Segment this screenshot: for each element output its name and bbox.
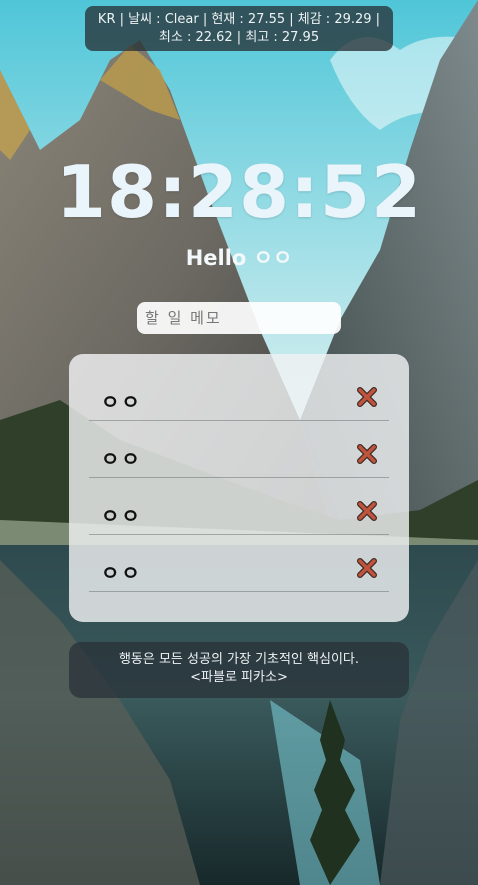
todo-item-text: ㅇㅇ	[101, 504, 142, 528]
todo-item-text: ㅇㅇ	[101, 390, 142, 414]
close-x-icon	[357, 501, 377, 521]
quote-box: 행동은 모든 성공의 가장 기초적인 핵심이다. <파블로 피카소>	[69, 642, 409, 698]
clock: 18:28:52	[55, 150, 423, 234]
close-x-icon	[357, 444, 377, 464]
todo-list: ㅇㅇ ㅇㅇ ㅇㅇ ㅇㅇ	[69, 354, 409, 622]
delete-todo-button[interactable]	[355, 499, 379, 523]
delete-todo-button[interactable]	[355, 385, 379, 409]
weather-line-1: KR | 날씨 : Clear | 현재 : 27.55 | 체감 : 29.2…	[97, 12, 381, 27]
weather-line-2: 최소 : 22.62 | 최고 : 27.95	[158, 30, 320, 45]
delete-todo-button[interactable]	[355, 556, 379, 580]
todo-item: ㅇㅇ	[89, 492, 389, 535]
delete-todo-button[interactable]	[355, 442, 379, 466]
todo-item: ㅇㅇ	[89, 378, 389, 421]
close-x-icon	[357, 558, 377, 578]
quote-author: <파블로 피카소>	[190, 670, 288, 685]
close-x-icon	[357, 387, 377, 407]
todo-item: ㅇㅇ	[89, 435, 389, 478]
greeting: Hello ㅇㅇ	[185, 246, 293, 270]
quote-text: 행동은 모든 성공의 가장 기초적인 핵심이다.	[118, 652, 360, 667]
weather-info: KR | 날씨 : Clear | 현재 : 27.55 | 체감 : 29.2…	[85, 6, 393, 51]
todo-memo-input[interactable]	[137, 302, 341, 334]
todo-item: ㅇㅇ	[89, 549, 389, 592]
todo-item-text: ㅇㅇ	[101, 561, 142, 585]
todo-item-text: ㅇㅇ	[101, 447, 142, 471]
